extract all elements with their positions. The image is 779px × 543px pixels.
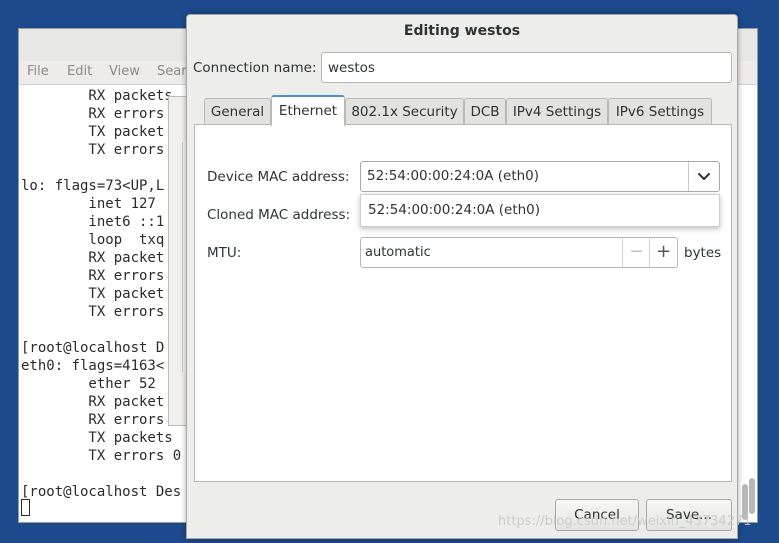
menu-search[interactable]: Sear <box>157 64 187 79</box>
terminal-line: loop txq <box>21 232 165 248</box>
device-mac-label: Device MAC address: <box>207 169 350 185</box>
terminal-cursor <box>21 499 30 516</box>
terminal-output[interactable]: RX packets RX errors TX packet TX errors… <box>19 85 189 522</box>
terminal-line: TX packet <box>21 286 165 302</box>
terminal-scrollbar[interactable] <box>747 89 755 514</box>
terminal-line: RX errors <box>21 268 165 284</box>
terminal-line: inet6 ::1 <box>21 214 165 230</box>
terminal-line: TX errors <box>21 304 165 320</box>
chevron-down-icon[interactable] <box>689 162 719 191</box>
terminal-line: TX packet <box>21 124 165 140</box>
minus-icon[interactable]: − <box>622 238 650 267</box>
device-mac-value: 52:54:00:00:24:0A (eth0) <box>367 168 540 184</box>
menu-edit[interactable]: Edit <box>67 64 92 79</box>
terminal-line: TX errors 0 <box>21 448 182 464</box>
terminal-line: TX packets <box>21 430 173 446</box>
menu-file[interactable]: File <box>27 64 49 79</box>
terminal-line: lo: flags=73<UP,L <box>21 178 165 194</box>
tab-8021x-security[interactable]: 802.1x Security <box>345 98 464 125</box>
mtu-label: MTU: <box>207 245 242 261</box>
watermark: https://blog.csdn.net/weixin_43734271 <box>498 514 752 529</box>
device-mac-combo[interactable]: 52:54:00:00:24:0A (eth0) <box>360 161 720 192</box>
terminal-line: [root@localhost Des <box>21 484 182 500</box>
connection-name-label: Connection name: <box>193 60 317 76</box>
connection-name-input[interactable] <box>321 52 732 83</box>
mtu-spinbox[interactable]: automatic − + <box>360 237 678 268</box>
tab-ipv4-settings[interactable]: IPv4 Settings <box>506 98 608 125</box>
tab-general[interactable]: General <box>204 98 271 125</box>
device-mac-dropdown: 52:54:00:00:24:0A (eth0) <box>360 194 720 227</box>
tab-dcb[interactable]: DCB <box>464 98 506 125</box>
mtu-unit-label: bytes <box>684 245 722 261</box>
terminal-line: eth0: flags=4163< <box>21 358 165 374</box>
terminal-line: RX packet <box>21 250 165 266</box>
tab-ethernet[interactable]: Ethernet <box>271 95 345 126</box>
terminal-line: RX packets <box>21 88 173 104</box>
editing-dialog: Editing westos Connection name: General … <box>186 14 738 539</box>
terminal-line: ether 52 <box>21 376 156 392</box>
terminal-line: RX errors <box>21 412 165 428</box>
plus-icon[interactable]: + <box>649 238 677 267</box>
dialog-title: Editing westos <box>403 23 521 39</box>
terminal-line: TX errors <box>21 142 165 158</box>
cloned-mac-label: Cloned MAC address: <box>207 207 351 223</box>
tab-ipv6-settings[interactable]: IPv6 Settings <box>608 98 712 125</box>
dropdown-option-eth0[interactable]: 52:54:00:00:24:0A (eth0) <box>368 195 540 226</box>
mtu-value: automatic <box>365 245 431 260</box>
ethernet-panel: Device MAC address: 52:54:00:00:24:0A (e… <box>194 124 732 482</box>
menu-view[interactable]: View <box>109 64 140 79</box>
terminal-line: RX errors <box>21 106 165 122</box>
terminal-line: [root@localhost D <box>21 340 165 356</box>
terminal-line: inet 127 <box>21 196 156 212</box>
terminal-line: RX packet <box>21 394 165 410</box>
